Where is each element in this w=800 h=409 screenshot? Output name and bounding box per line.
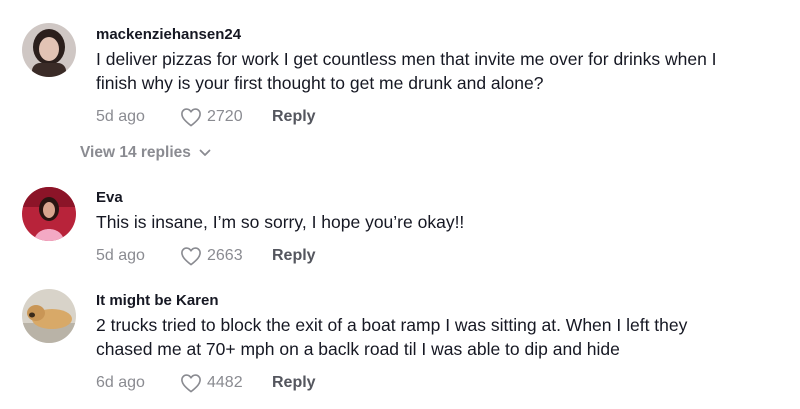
comment-text: This is insane, I’m so sorry, I hope you… [96,210,780,234]
avatar-image [22,187,76,241]
comment-meta: 5d ago 2720 Reply [96,105,780,129]
comment-time: 5d ago [96,247,145,264]
comment-meta: 5d ago 2663 Reply [96,244,780,268]
comment-time: 5d ago [96,108,145,125]
reply-button[interactable]: Reply [272,247,316,265]
avatar[interactable] [22,187,76,241]
like-count: 2720 [207,108,243,125]
like-button[interactable]: 2663 [180,246,272,266]
like-button[interactable]: 2720 [180,107,272,127]
comment-username[interactable]: It might be Karen [96,292,780,310]
comment-text-line: I deliver pizzas for work I get countles… [96,49,717,69]
reply-button[interactable]: Reply [272,374,316,392]
comment-text: 2 trucks tried to block the exit of a bo… [96,313,780,361]
avatar[interactable] [22,23,76,77]
like-count: 4482 [207,374,243,391]
like-count: 2663 [207,247,243,264]
comment-username[interactable]: Eva [96,189,780,207]
avatar-image [22,23,76,77]
comment-text-line: finish why is your first thought to get … [96,73,544,93]
comment-time: 6d ago [96,374,145,391]
view-replies-button[interactable]: View 14 replies [80,144,211,162]
avatar-image [22,289,76,343]
comment-text: I deliver pizzas for work I get countles… [96,47,780,95]
comment-text-line: chased me at 70+ mph on a baclk road til… [96,339,620,359]
comment-text-line: This is insane, I’m so sorry, I hope you… [96,212,465,232]
reply-button[interactable]: Reply [272,108,316,126]
view-replies-label: View 14 replies [80,144,191,161]
chevron-down-icon [199,149,211,156]
heart-outline-icon [181,247,201,266]
comment-text-line: 2 trucks tried to block the exit of a bo… [96,315,688,335]
comment-meta: 6d ago 4482 Reply [96,371,780,395]
heart-outline-icon [181,108,201,127]
comment-username[interactable]: mackenziehansen24 [96,26,780,44]
comment-list: mackenziehansen24 I deliver pizzas for w… [0,0,800,409]
heart-outline-icon [181,374,201,393]
like-button[interactable]: 4482 [180,373,272,393]
avatar[interactable] [22,289,76,343]
